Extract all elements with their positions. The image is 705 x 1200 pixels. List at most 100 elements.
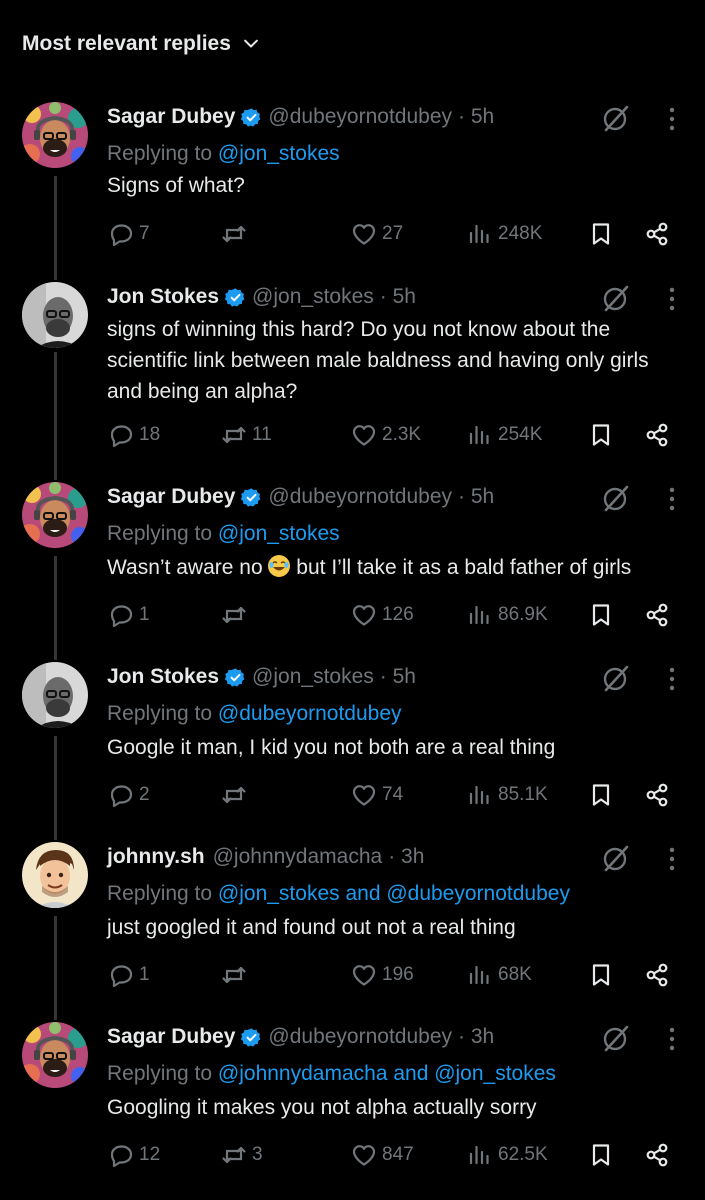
views-button[interactable]: 62.5K (466, 1140, 548, 1170)
reply-button[interactable]: 7 (107, 219, 150, 249)
repost-button[interactable]: 11 (220, 420, 272, 450)
replying-to: Replying to @jon_stokes (107, 142, 340, 165)
author-name[interactable]: Sagar Dubey (107, 1022, 235, 1052)
views-button[interactable]: 85.1K (466, 780, 548, 810)
bar-chart-icon (466, 961, 494, 989)
share-button[interactable] (643, 780, 671, 810)
bookmark-button[interactable] (587, 960, 615, 990)
views-button[interactable]: 68K (466, 960, 532, 990)
verified-badge-icon (225, 287, 246, 308)
author-name[interactable]: Jon Stokes (107, 282, 219, 312)
share-button[interactable] (643, 1140, 671, 1170)
author-handle[interactable]: @dubeyornotdubey (268, 482, 452, 512)
grok-slash-circle-icon[interactable] (600, 842, 632, 874)
repost-button[interactable] (220, 960, 252, 990)
like-button[interactable]: 2.3K (350, 420, 421, 450)
bookmark-button[interactable] (587, 420, 615, 450)
bookmark-icon (587, 601, 615, 629)
like-button[interactable]: 27 (350, 219, 403, 249)
like-button[interactable]: 126 (350, 600, 414, 630)
author-name[interactable]: Jon Stokes (107, 662, 219, 692)
repost-button[interactable] (220, 600, 252, 630)
avatar[interactable] (22, 482, 88, 548)
repost-arrows-icon (220, 601, 248, 629)
author-handle[interactable]: @dubeyornotdubey (268, 102, 452, 132)
share-button[interactable] (643, 600, 671, 630)
bookmark-button[interactable] (587, 600, 615, 630)
share-button[interactable] (643, 219, 671, 249)
avatar[interactable] (22, 282, 88, 348)
grok-slash-circle-icon[interactable] (600, 482, 632, 514)
avatar[interactable] (22, 1022, 88, 1088)
repost-button[interactable]: 3 (220, 1140, 263, 1170)
bookmark-button[interactable] (587, 219, 615, 249)
grok-slash-circle-icon[interactable] (600, 662, 632, 694)
bookmark-button[interactable] (587, 1140, 615, 1170)
replies-sort-dropdown[interactable]: Most relevant replies (22, 32, 261, 56)
repost-arrows-icon (220, 1141, 248, 1169)
timestamp[interactable]: · 5h (458, 482, 494, 512)
reply-button[interactable]: 2 (107, 780, 150, 810)
views-button[interactable]: 254K (466, 420, 542, 450)
mention-link[interactable]: @jon_stokes (218, 522, 340, 545)
share-button[interactable] (643, 960, 671, 990)
author-name[interactable]: johnny.sh (107, 842, 205, 872)
repost-button[interactable] (220, 219, 252, 249)
thread-line (54, 176, 57, 280)
repost-arrows-icon (220, 961, 248, 989)
author-handle[interactable]: @jon_stokes (252, 662, 374, 692)
timestamp[interactable]: · 5h (380, 282, 416, 312)
author-handle[interactable]: @jon_stokes (252, 282, 374, 312)
heart-icon (350, 220, 378, 248)
author-name[interactable]: Sagar Dubey (107, 482, 235, 512)
chevron-down-icon (244, 39, 258, 48)
grok-slash-circle-icon[interactable] (600, 282, 632, 314)
author-name[interactable]: Sagar Dubey (107, 102, 235, 132)
tweet-text: just googled it and found out not a real… (107, 916, 516, 939)
like-count: 27 (382, 223, 404, 244)
vertical-dots-icon[interactable] (662, 486, 682, 512)
views-button[interactable]: 248K (466, 219, 542, 249)
vertical-dots-icon[interactable] (662, 106, 682, 132)
timestamp[interactable]: · 3h (388, 842, 424, 872)
like-button[interactable]: 74 (350, 780, 403, 810)
vertical-dots-icon[interactable] (662, 846, 682, 872)
like-button[interactable]: 196 (350, 960, 414, 990)
speech-bubble-icon (107, 220, 135, 248)
tweet-text: Googling it makes you not alpha actually… (107, 1096, 537, 1119)
replying-to: Replying to @jon_stokes (107, 522, 340, 545)
timestamp[interactable]: · 5h (458, 102, 494, 132)
reply-button[interactable]: 1 (107, 600, 150, 630)
avatar[interactable] (22, 662, 88, 728)
grok-slash-circle-icon[interactable] (600, 1022, 632, 1054)
mention-link[interactable]: @jon_stokes (218, 142, 340, 165)
bookmark-button[interactable] (587, 780, 615, 810)
grok-slash-circle-icon[interactable] (600, 102, 632, 134)
tweet-text: Signs of what? (107, 174, 245, 197)
reply-button[interactable]: 1 (107, 960, 150, 990)
author-handle[interactable]: @dubeyornotdubey (268, 1022, 452, 1052)
vertical-dots-icon[interactable] (662, 1026, 682, 1052)
timestamp[interactable]: · 3h (458, 1022, 494, 1052)
avatar[interactable] (22, 102, 88, 168)
avatar[interactable] (22, 842, 88, 908)
speech-bubble-icon (107, 601, 135, 629)
share-icon (643, 220, 671, 248)
repost-button[interactable] (220, 780, 252, 810)
bar-chart-icon (466, 421, 494, 449)
views-button[interactable]: 86.9K (466, 600, 548, 630)
reply-button[interactable]: 12 (107, 1140, 160, 1170)
heart-icon (350, 961, 378, 989)
mention-link[interactable]: @johnnydamacha and @jon_stokes (218, 1062, 556, 1085)
like-button[interactable]: 847 (350, 1140, 414, 1170)
vertical-dots-icon[interactable] (662, 666, 682, 692)
reply-button[interactable]: 18 (107, 420, 160, 450)
mention-link[interactable]: @jon_stokes and @dubeyornotdubey (218, 882, 570, 905)
heart-icon (350, 421, 378, 449)
mention-link[interactable]: @dubeyornotdubey (218, 702, 402, 725)
timestamp[interactable]: · 5h (380, 662, 416, 692)
share-button[interactable] (643, 420, 671, 450)
verified-badge-icon (225, 667, 246, 688)
vertical-dots-icon[interactable] (662, 286, 682, 312)
author-handle[interactable]: @johnnydamacha (213, 842, 383, 872)
